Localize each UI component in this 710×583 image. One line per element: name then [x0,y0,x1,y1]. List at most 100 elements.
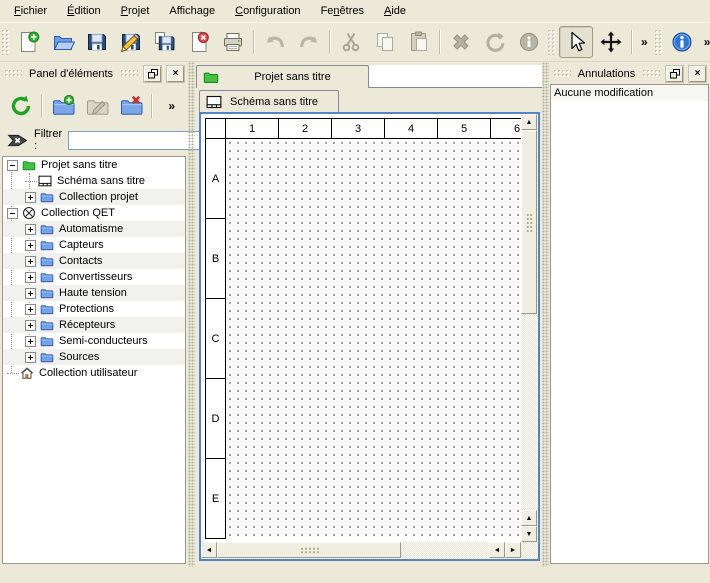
tree-item-protections[interactable]: Protections [3,301,185,317]
panel-splitter[interactable] [188,62,195,567]
tree-item-automatisme[interactable]: Automatisme [3,221,185,237]
panel-toolbar-overflow-button[interactable]: » [163,99,180,113]
horizontal-scrollbar[interactable]: ◄ ◄ ► [201,542,521,559]
toolbar-drag-handle[interactable] [1,29,9,55]
file-toolbar [12,27,546,57]
undo-list-item[interactable]: Aucune modification [551,85,708,101]
tree-expander-plus[interactable] [25,320,36,331]
vscroll-thumb[interactable] [521,130,537,314]
hscroll-right-button[interactable]: ► [505,542,521,558]
thumb-grip [526,213,533,232]
save-as-button[interactable] [115,27,147,57]
main-area: Panel d'éléments × » Filtrer : Projet sa… [0,62,710,567]
tree-item-capteurs[interactable]: Capteurs [3,237,185,253]
menu-aide[interactable]: Aide [374,2,416,21]
print-icon [221,30,245,54]
menu-edition[interactable]: Édition [57,2,111,21]
diagram-view[interactable]: 123456ABCDE ▲ ▲ ▼ ◄ ◄ ► [199,112,540,561]
tree-expander-plus[interactable] [25,240,36,251]
reload-collections-button[interactable] [5,91,37,121]
undo-button[interactable] [259,27,291,57]
tree-item-schema-sans-titre[interactable]: Schéma sans titre [3,173,185,189]
select-arrow-button[interactable] [559,26,593,58]
toolbar-drag-handle[interactable] [654,29,662,55]
diagram-sheet[interactable]: 123456ABCDE [201,114,521,542]
menu-projet[interactable]: Projet [111,2,160,21]
vscroll-up-button-2[interactable]: ▲ [521,510,537,526]
redo-button[interactable] [293,27,325,57]
menu-configuration[interactable]: Configuration [225,2,310,21]
diagram-info-button[interactable] [666,27,698,57]
arrow-down-icon: ▼ [526,531,533,538]
move-view-button[interactable] [595,27,627,57]
close-document-button[interactable] [183,27,215,57]
tab-project[interactable]: Projet sans titre [196,65,369,88]
element-info-button[interactable] [513,27,545,57]
cut-button[interactable] [335,27,367,57]
save-all-button[interactable] [149,27,181,57]
column-header-5: 5 [437,118,491,139]
tree-expander-plus[interactable] [25,336,36,347]
menu-fichier[interactable]: Fichier [4,2,57,21]
tree-expander-plus[interactable] [25,256,36,267]
menu-fenetres[interactable]: Fenêtres [311,2,374,21]
vertical-scrollbar[interactable]: ▲ ▲ ▼ [521,114,538,542]
row-header-E: E [205,458,226,539]
open-document-button[interactable] [47,27,79,57]
tree-expander-plus[interactable] [25,224,36,235]
column-header-1: 1 [225,118,279,139]
column-header-6: 6 [490,118,521,139]
tree-item-collection-utilisateur[interactable]: Collection utilisateur [3,365,185,381]
edit-category-button[interactable] [81,91,113,121]
tree-item-collection-projet[interactable]: Collection projet [3,189,185,205]
vscroll-up-button[interactable]: ▲ [521,114,537,130]
hscroll-left-button-2[interactable]: ◄ [489,542,505,558]
tree-expander-plus[interactable] [25,288,36,299]
tree-item-collection-qet[interactable]: Collection QET [3,205,185,221]
tree-item-sources[interactable]: Sources [3,349,185,365]
open-document-icon [51,30,75,54]
tree-branch-line [25,181,37,182]
tree-item-convertisseurs[interactable]: Convertisseurs [3,269,185,285]
delete-category-button[interactable] [115,91,147,121]
save-button[interactable] [81,27,113,57]
tree-expander-plus[interactable] [25,192,36,203]
tree-item-haute-tension[interactable]: Haute tension [3,285,185,301]
panel-splitter[interactable] [542,62,549,567]
menu-affichage[interactable]: Affichage [159,2,225,21]
tree-item-label: Semi-conducteurs [59,335,148,347]
tree-expander-plus[interactable] [25,352,36,363]
close-panel-button[interactable]: × [167,66,184,82]
close-panel-button[interactable]: × [689,66,706,82]
toolbar-drag-handle[interactable] [547,29,555,55]
float-panel-button[interactable] [144,66,161,82]
paste-icon [407,30,431,54]
tree-item-contacts[interactable]: Contacts [3,253,185,269]
tree-expander-minus[interactable] [7,208,18,219]
hscroll-thumb[interactable] [217,542,401,558]
hscroll-left-button[interactable]: ◄ [201,542,217,558]
tree-item-semi-conducteurs[interactable]: Semi-conducteurs [3,333,185,349]
new-category-button[interactable] [47,91,79,121]
tree-expander-plus[interactable] [25,272,36,283]
folder-icon [40,270,54,284]
new-document-button[interactable] [13,27,45,57]
paste-button[interactable] [403,27,435,57]
tree-item-projet-sans-titre[interactable]: Projet sans titre [3,157,185,173]
tree-expander-minus[interactable] [7,160,18,171]
float-panel-button[interactable] [666,66,683,82]
vscroll-down-button[interactable]: ▼ [521,526,537,542]
tree-item-recepteurs[interactable]: Récepteurs [3,317,185,333]
rotate-button[interactable] [479,27,511,57]
tree-expander-plus[interactable] [25,304,36,315]
toolbar-overflow-button[interactable]: » [636,35,653,49]
redo-icon [297,30,321,54]
toolbar-overflow-button[interactable]: » [699,35,710,49]
print-button[interactable] [217,27,249,57]
delete-button[interactable] [445,27,477,57]
toolbar-row: » » [0,23,710,62]
tab-diagram[interactable]: Schéma sans titre [199,90,339,112]
column-header-2: 2 [278,118,332,139]
clear-filter-icon[interactable] [7,133,28,148]
copy-button[interactable] [369,27,401,57]
